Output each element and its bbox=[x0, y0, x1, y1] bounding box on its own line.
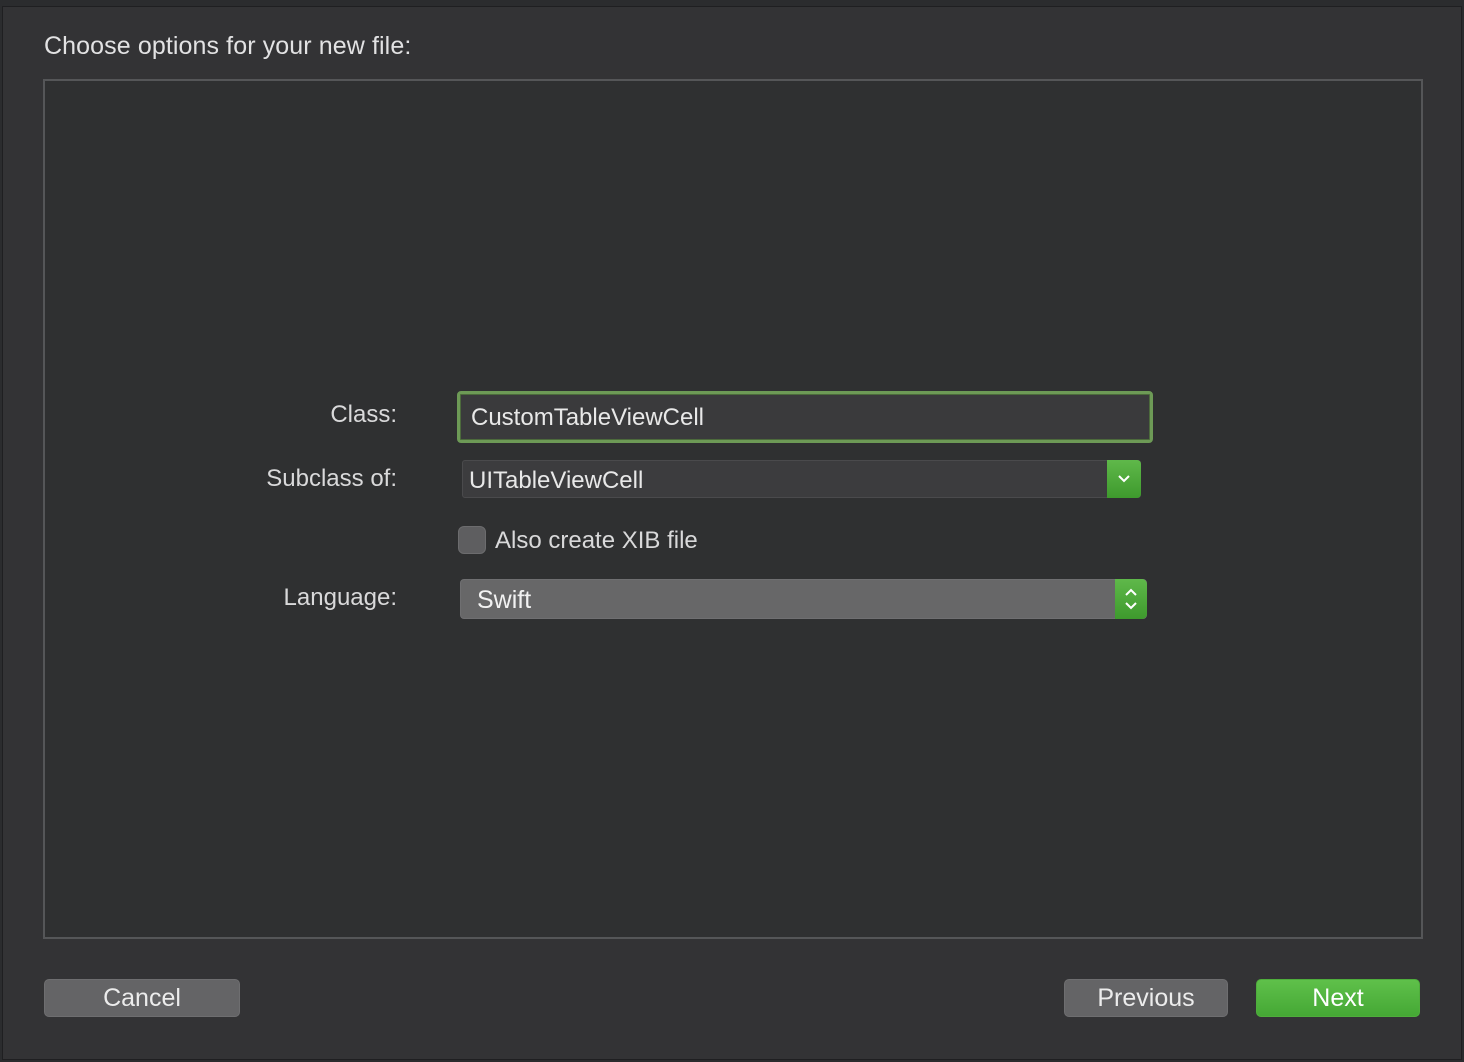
next-button[interactable]: Next bbox=[1256, 979, 1420, 1017]
cancel-button[interactable]: Cancel bbox=[44, 979, 240, 1017]
xib-checkbox-label[interactable]: Also create XIB file bbox=[495, 527, 698, 555]
class-name-field[interactable]: CustomTableViewCell bbox=[457, 391, 1153, 443]
up-down-chevron-icon[interactable] bbox=[1115, 579, 1147, 619]
dialog-title: Choose options for your new file: bbox=[44, 32, 412, 60]
language-value[interactable]: Swift bbox=[477, 586, 531, 615]
language-popup[interactable]: Swift bbox=[460, 579, 1147, 619]
class-name-value[interactable]: CustomTableViewCell bbox=[471, 404, 704, 432]
previous-button[interactable]: Previous bbox=[1064, 979, 1228, 1017]
class-label: Class: bbox=[330, 401, 397, 428]
xib-checkbox[interactable] bbox=[458, 526, 486, 554]
subclass-value[interactable]: UITableViewCell bbox=[469, 467, 643, 495]
chevron-down-icon[interactable] bbox=[1107, 460, 1141, 498]
options-panel: Class: CustomTableViewCell Subclass of: … bbox=[43, 79, 1423, 939]
subclass-label: Subclass of: bbox=[266, 465, 397, 492]
subclass-combobox[interactable]: UITableViewCell bbox=[462, 460, 1141, 498]
new-file-options-dialog: Choose options for your new file: Class:… bbox=[2, 6, 1462, 1060]
language-label: Language: bbox=[283, 584, 397, 611]
